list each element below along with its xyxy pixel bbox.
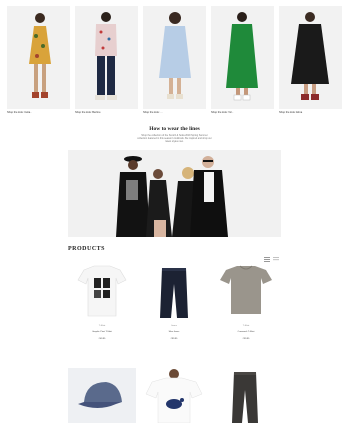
- product-image-3[interactable]: [212, 264, 280, 320]
- list-view-icon[interactable]: [273, 249, 279, 261]
- look-caption-4[interactable]: Shop the look: Vic..: [211, 111, 274, 114]
- look-card-4[interactable]: [211, 6, 274, 109]
- section-title: How to wear the lines: [149, 126, 200, 132]
- product-name-1[interactable]: Graphic Print T-Shirt: [68, 331, 136, 333]
- look-card-2[interactable]: [75, 6, 138, 109]
- group-photo: [116, 156, 228, 237]
- product-image-1[interactable]: [68, 264, 136, 320]
- products-heading: PRODUCTS: [68, 246, 106, 252]
- product-image-4[interactable]: [68, 368, 136, 423]
- jeans-icon: [232, 372, 258, 423]
- look-caption-2[interactable]: Shop the look: Bertine: [75, 111, 138, 114]
- product-category-2: Jeans: [171, 325, 177, 327]
- product-image-5[interactable]: [140, 368, 208, 423]
- look-model-image: [159, 12, 191, 99]
- product-price-1: €49.95: [98, 338, 106, 340]
- product-category-1: T-Shirt: [98, 325, 106, 327]
- look-caption-3[interactable]: Shop the look: ...: [143, 111, 206, 114]
- look-card-1[interactable]: [7, 6, 70, 109]
- product-price-2: €99.95: [170, 338, 178, 340]
- grid-view-icon[interactable]: [264, 249, 270, 262]
- look-model-image: [29, 13, 51, 98]
- look-model-image: [291, 12, 329, 100]
- product-name-2[interactable]: Slim Jeans: [140, 331, 208, 333]
- look-caption-1[interactable]: Shop the look: Celia..: [7, 111, 70, 114]
- look-card-5[interactable]: [279, 6, 342, 109]
- product-name-3[interactable]: Crewneck T-Shirt: [212, 331, 280, 333]
- look-model-image: [226, 12, 258, 101]
- product-price-3: €39.95: [242, 338, 250, 340]
- cap-icon: [78, 382, 122, 408]
- look-model-image: [95, 12, 117, 100]
- tshirt-graphic-icon: [77, 265, 127, 317]
- jeans-icon: [160, 268, 188, 318]
- look-card-3[interactable]: [143, 6, 206, 109]
- tshirt-pigeon-print-icon: [140, 368, 208, 423]
- product-image-2[interactable]: [140, 264, 208, 320]
- campaign-hero-image: [68, 150, 281, 237]
- product-image-6[interactable]: [212, 368, 280, 423]
- tshirt-icon: [220, 265, 272, 314]
- section-description: Shop the collection of the Scotch & Soda…: [137, 134, 212, 144]
- product-category-3: T-Shirt: [242, 325, 250, 327]
- look-caption-5[interactable]: Shop the look: Elma: [279, 111, 342, 114]
